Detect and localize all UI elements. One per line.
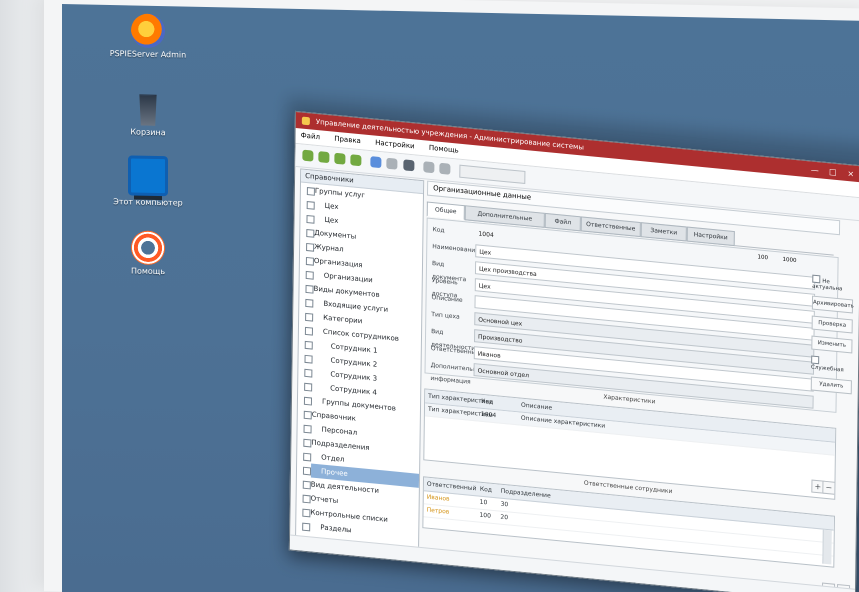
table-scrollbar[interactable] — [822, 529, 832, 565]
field-label: Наименование — [432, 243, 479, 255]
copy-icon[interactable] — [350, 154, 362, 167]
check-button[interactable]: Проверка — [811, 315, 853, 334]
tree-list: Группы услуг Цех Цех Документы Журнал Ор… — [296, 182, 423, 557]
table-cell: 20 — [500, 513, 509, 522]
photo-frame: PSPIEServer Admin Корзина Этот компьютер… — [0, 0, 859, 592]
undo-icon[interactable] — [423, 161, 435, 174]
toolbar-search-field[interactable] — [459, 164, 526, 185]
save-icon[interactable] — [318, 151, 330, 164]
desktop-icon-trash[interactable]: Корзина — [103, 91, 193, 139]
refresh-icon[interactable] — [302, 149, 314, 162]
settings-icon[interactable] — [403, 159, 415, 172]
firefox-icon — [131, 13, 165, 49]
menu-edit[interactable]: Правка — [334, 135, 361, 146]
trash-icon — [136, 92, 160, 127]
computer-icon — [128, 155, 168, 197]
table-cell: 100 — [479, 511, 492, 520]
desktop-icon-label: Корзина — [130, 127, 166, 138]
range-from-value: 100 — [757, 254, 769, 262]
back-icon[interactable] — [386, 157, 398, 170]
navigation-tree: Справочники Группы услуг Цех Цех Докумен… — [294, 168, 425, 558]
help-icon — [131, 230, 165, 266]
maximize-button[interactable]: □ — [825, 164, 841, 182]
field-label: Код — [432, 226, 445, 235]
desktop-icon-computer[interactable]: Этот компьютер — [103, 155, 193, 209]
desktop-icon-label: Помощь — [130, 266, 166, 277]
edit-button[interactable]: Изменить — [811, 335, 853, 354]
minimize-button[interactable]: — — [807, 162, 823, 180]
redo-icon[interactable] — [439, 162, 451, 175]
main-panel: Организационные данные Общее Дополнитель… — [422, 180, 854, 592]
column-header[interactable]: Код — [477, 482, 496, 497]
desktop-icon-help[interactable]: Помощь — [103, 230, 193, 278]
desktop-icon-pspieserver-admin[interactable]: PSPIEServer Admin — [103, 13, 193, 61]
forward-icon[interactable] — [370, 156, 382, 169]
right-action-panel: Не актуальна Архивировать Проверка Измен… — [810, 271, 854, 401]
desktop-icon-label: Этот компьютер — [113, 197, 183, 208]
add-icon[interactable] — [334, 152, 346, 165]
table-cell: 1004 — [480, 410, 497, 420]
application-window: Управление деятельностью учреждения - Ад… — [288, 110, 859, 592]
delete-button[interactable]: Удалить — [810, 376, 852, 395]
field-label: Тип цеха — [431, 311, 460, 321]
range-to-value: 1000 — [782, 256, 797, 265]
menu-settings[interactable]: Настройки — [375, 139, 415, 151]
desktop: PSPIEServer Admin Корзина Этот компьютер… — [62, 4, 859, 592]
menu-file[interactable]: Файл — [301, 131, 320, 141]
archive-button[interactable]: Архивировать — [811, 295, 854, 314]
not-actual-checkbox[interactable]: Не актуальна — [812, 275, 853, 294]
desktop-icon-label: PSPIEServer Admin — [109, 49, 187, 60]
menu-help[interactable]: Помощь — [429, 144, 459, 155]
table-cell: 10 — [479, 498, 488, 507]
service-checkbox[interactable]: Служебная — [811, 355, 852, 374]
close-button[interactable]: × — [843, 166, 859, 184]
remove-row-button[interactable]: − — [822, 480, 836, 495]
